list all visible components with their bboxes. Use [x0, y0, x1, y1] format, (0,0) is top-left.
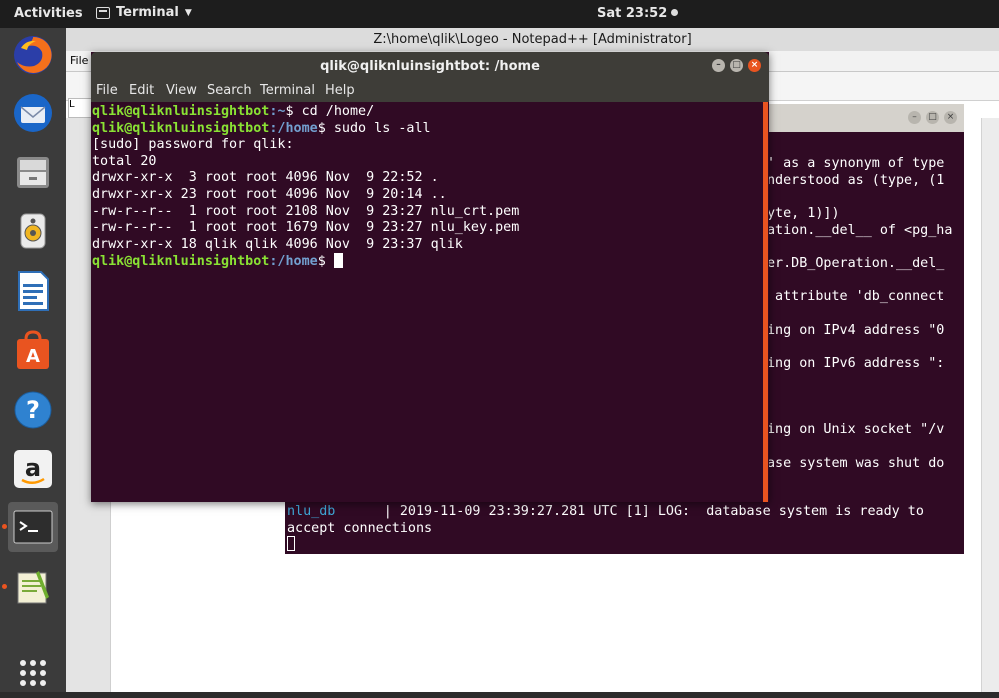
log-line: nderstood as (type, (1 [767, 172, 945, 188]
prompt-user: qlik@qliknluinsightbot [92, 254, 270, 270]
svg-text:A: A [26, 346, 40, 367]
svg-text:?: ? [26, 396, 40, 424]
dock-files[interactable] [8, 147, 58, 197]
log-line: ase system was shut do [767, 455, 945, 471]
main-terminal-window[interactable]: qlik@qliknluinsightbot: /home – □ × File… [91, 52, 769, 502]
terminal-line: qlik@qliknluinsightbot:~$ cd /home/ [92, 104, 374, 121]
files-icon [17, 157, 49, 188]
running-indicator-icon [2, 584, 7, 589]
output-line: drwxr-xr-x 18 qlik qlik 4096 Nov 9 23:37… [92, 236, 463, 252]
log-line: ' as a synonym of type [767, 156, 945, 171]
log-terminal-cursor [287, 536, 295, 551]
output-line: total 20 [92, 153, 157, 169]
dock-notepadpp[interactable] [8, 562, 58, 612]
minimize-icon[interactable]: – [908, 111, 921, 124]
terminal-line: qlik@qliknluinsightbot:/home$ [92, 253, 343, 271]
output-line: drwxr-xr-x 3 root root 4096 Nov 9 22:52 … [92, 170, 439, 186]
menu-search[interactable]: Search [207, 83, 252, 98]
prompt-path: :~ [269, 104, 286, 119]
prompt-user: qlik@qliknluinsightbot [92, 120, 270, 136]
notepadpp-menu-file[interactable]: File [70, 54, 88, 67]
menu-help[interactable]: Help [325, 83, 355, 98]
notification-dot-icon [671, 9, 679, 16]
running-indicator-icon [2, 524, 7, 529]
dock-software[interactable]: A [8, 325, 58, 375]
prompt-path: :/home [269, 120, 318, 136]
output-line: -rw-r--r-- 1 root root 1679 Nov 9 23:27 … [92, 220, 520, 236]
log-line: yte, 1)]) [767, 205, 840, 221]
amazon-icon: a [14, 450, 52, 488]
terminal-line: qlik@qliknluinsightbot:/home$ sudo ls -a… [92, 121, 431, 138]
command-text: $ sudo ls -all [317, 120, 431, 136]
dock: A ? a [0, 28, 66, 692]
maximize-icon[interactable]: □ [730, 59, 743, 72]
top-bar: Activities Terminal ▼ Sat 23:52 [0, 0, 999, 28]
close-icon[interactable]: × [944, 111, 957, 124]
document-writer-icon [18, 271, 49, 311]
speaker-icon [20, 213, 46, 249]
log-line: attribute 'db_connect [767, 289, 945, 305]
clock[interactable]: Sat 23:52 [597, 6, 679, 21]
activities-button[interactable]: Activities [14, 6, 83, 21]
dock-help[interactable]: ? [8, 385, 58, 435]
help-icon: ? [14, 391, 52, 429]
dock-show-apps[interactable] [8, 648, 58, 698]
log-line: ing on Unix socket "/v [767, 422, 945, 438]
dock-writer[interactable] [8, 266, 58, 316]
dock-terminal[interactable] [8, 502, 58, 552]
log-line: ing on IPv6 address ": [767, 355, 945, 371]
firefox-icon [14, 36, 52, 74]
notepadpp-tab-label: L [69, 99, 75, 110]
log-line: ation.__del__ of <pg_ha [767, 222, 953, 238]
app-menu[interactable]: Terminal ▼ [96, 5, 192, 20]
dock-rhythmbox[interactable] [8, 206, 58, 256]
text-cursor [333, 253, 343, 269]
close-icon[interactable]: × [748, 59, 761, 72]
svg-text:a: a [25, 454, 41, 482]
log-line: er.DB_Operation.__del_ [767, 255, 945, 271]
notepadpp-title: Z:\home\qlik\Logeo - Notepad++ [Administ… [66, 28, 999, 51]
main-terminal-body[interactable]: qlik@qliknluinsightbot:~$ cd /home/ qlik… [92, 102, 762, 502]
output-line: -rw-r--r-- 1 root root 2108 Nov 9 23:27 … [92, 203, 520, 219]
thunderbird-icon [14, 94, 52, 132]
menu-edit[interactable]: Edit [129, 83, 154, 98]
command-text: $ [317, 254, 334, 270]
output-line: drwxr-xr-x 23 root root 4096 Nov 9 20:14… [92, 187, 447, 202]
menu-terminal[interactable]: Terminal [260, 83, 315, 98]
dock-firefox[interactable] [8, 30, 58, 80]
log-line-ready: nlu_db | 2019-11-09 23:39:27.281 UTC [1]… [287, 504, 924, 520]
prompt-user: qlik@qliknluinsightbot [92, 104, 270, 119]
prompt-path: :/home [269, 254, 318, 270]
main-terminal-scrollbar[interactable] [763, 102, 768, 502]
minimize-icon[interactable]: – [712, 59, 725, 72]
dock-thunderbird[interactable] [8, 88, 58, 138]
dock-amazon[interactable]: a [8, 444, 58, 494]
log-line: ing on IPv4 address "0 [767, 322, 945, 338]
terminal-small-icon [96, 6, 110, 19]
shopping-bag-icon: A [17, 330, 49, 369]
output-line: [sudo] password for qlik: [92, 137, 294, 153]
notepadpp-icon [17, 571, 49, 604]
log-line-continuation: accept connections [287, 521, 433, 536]
chevron-down-icon: ▼ [184, 7, 192, 18]
menu-view[interactable]: View [166, 83, 197, 98]
log-service-name: nlu_db [287, 504, 336, 519]
log-line-text: | 2019-11-09 23:39:27.281 UTC [1] LOG: d… [335, 504, 924, 519]
terminal-icon [13, 510, 53, 544]
menu-file[interactable]: File [96, 83, 118, 98]
main-terminal-title[interactable]: qlik@qliknluinsightbot: /home – □ × [91, 52, 769, 81]
command-text: $ cd /home/ [285, 104, 375, 119]
main-terminal-menubar: File Edit View Search Terminal Help [91, 81, 769, 102]
clock-label: Sat 23:52 [597, 6, 668, 21]
main-terminal-title-text: qlik@qliknluinsightbot: /home [320, 59, 540, 74]
app-menu-label: Terminal [116, 5, 179, 20]
notepadpp-scrollbar[interactable] [981, 118, 999, 692]
app-grid-icon [20, 660, 46, 686]
maximize-icon[interactable]: □ [926, 111, 939, 124]
